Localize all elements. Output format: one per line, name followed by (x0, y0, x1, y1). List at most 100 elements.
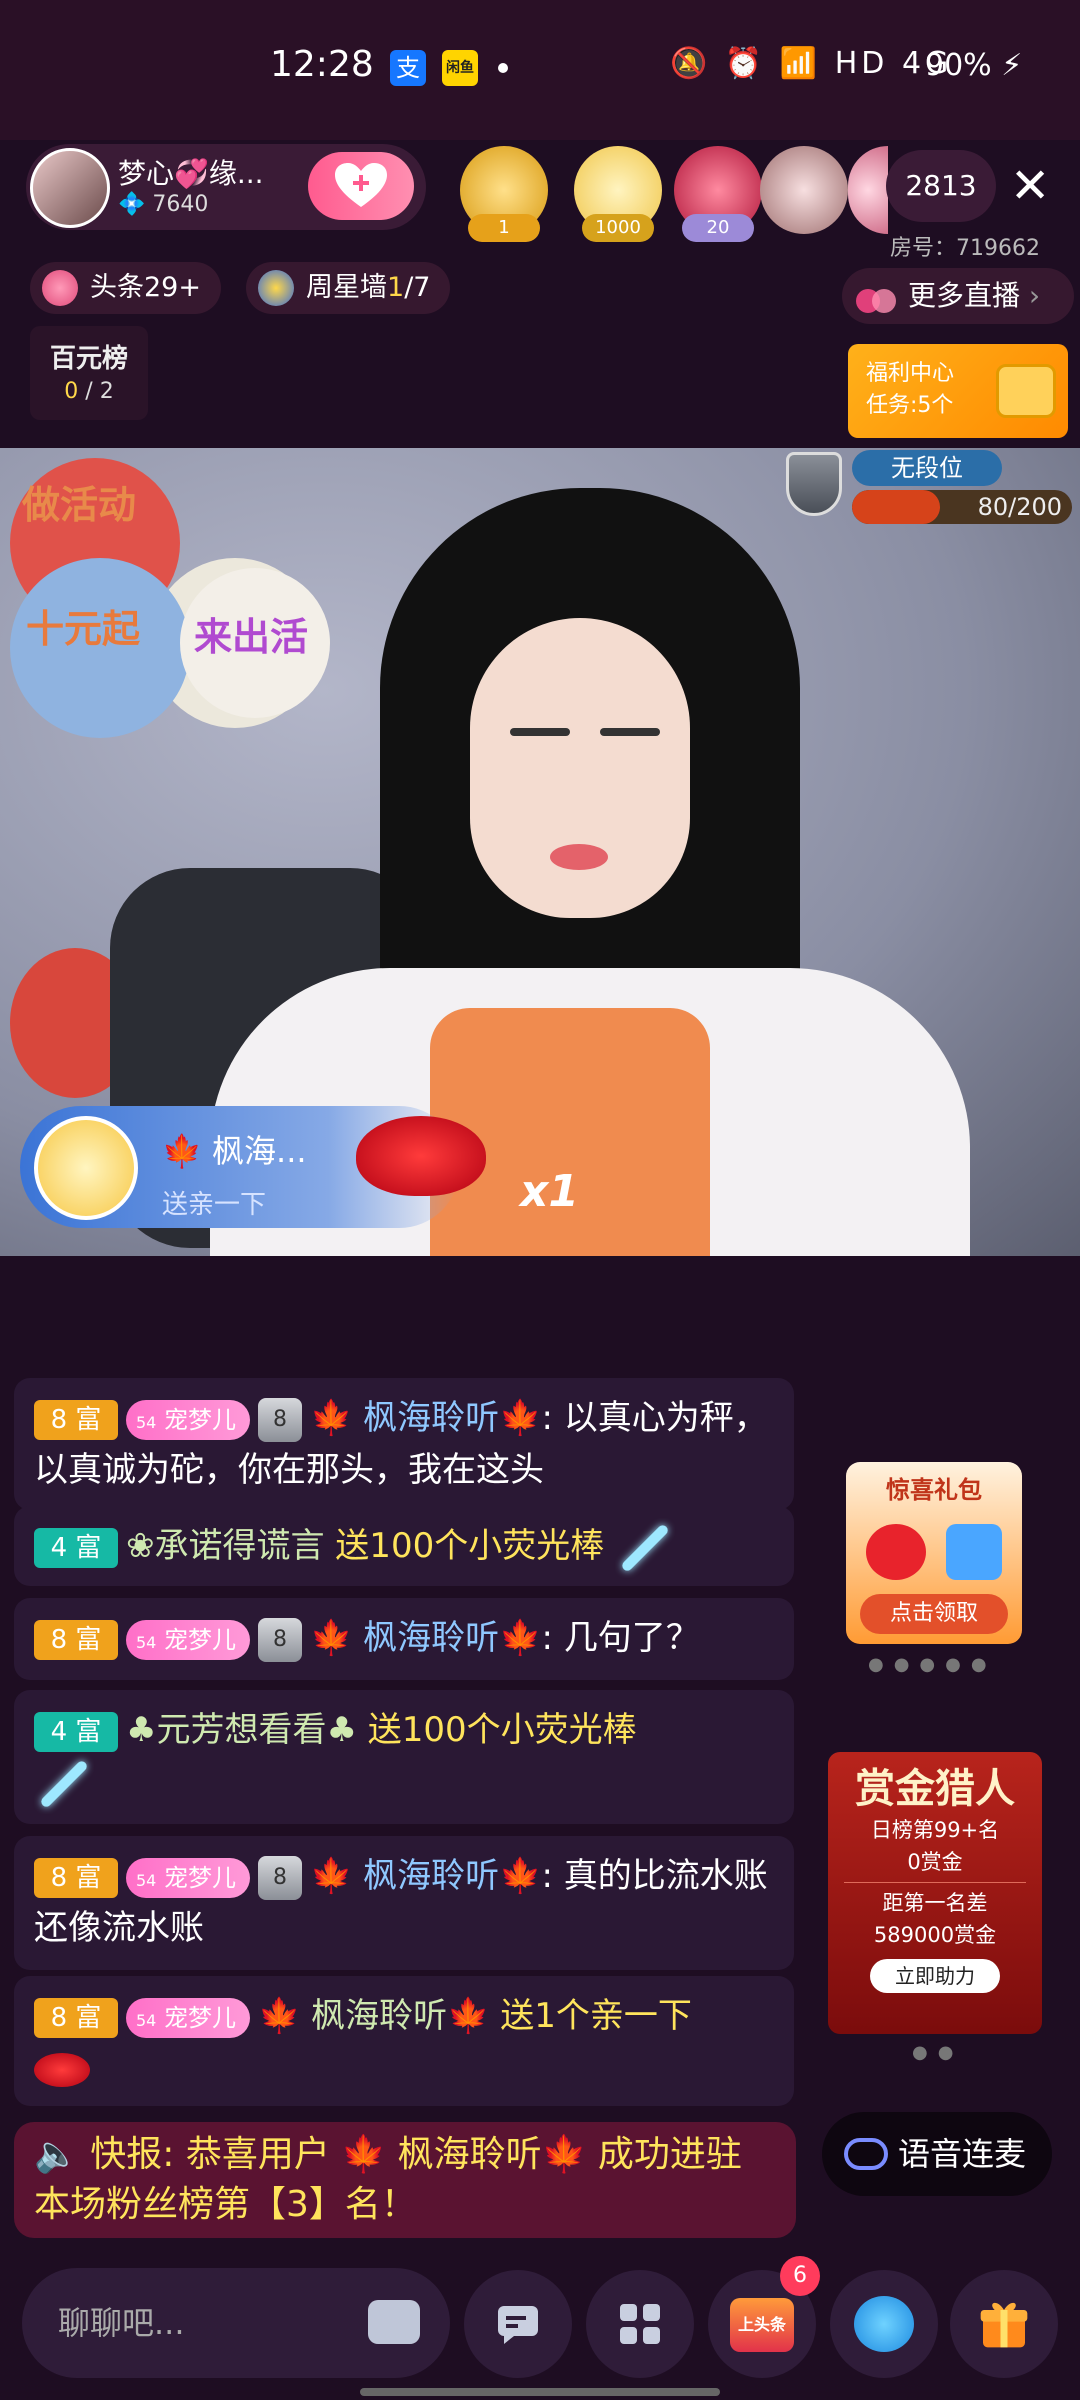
danmaku-button[interactable] (464, 2270, 572, 2378)
bounty-hunter-widget[interactable]: 赏金猎人 日榜第99+名 0赏金 距第一名差 589000赏金 立即助力 (828, 1752, 1042, 2034)
wealth-level-badge: 8 富 (34, 1857, 118, 1898)
weekly-star-chip[interactable]: 周星墙1/7 (246, 262, 451, 314)
tier-shield-icon[interactable] (786, 452, 842, 516)
balloon-text: 做活动 (22, 483, 137, 527)
chat-username: 🍁 枫海聆听🍁 (310, 1618, 542, 1658)
viewer-avatar-partial[interactable] (848, 146, 888, 234)
treasure-chest-icon (996, 364, 1056, 418)
star-icon (258, 270, 294, 306)
guard-badge-icon: 8 (258, 1617, 302, 1662)
hundred-board[interactable]: 百元榜 0 / 2 (30, 326, 148, 420)
system-icons: 🔕 ⏰ 📶 HD 4G (670, 46, 952, 81)
claim-button[interactable]: 点击领取 (860, 1594, 1008, 1634)
wealth-level-badge: 4 富 (34, 1527, 118, 1568)
home-indicator (360, 2388, 720, 2396)
headline-icon: 上头条 (730, 2298, 794, 2352)
charging-icon: ⚡ (1001, 48, 1023, 83)
wealth-level-badge: 8 富 (34, 1399, 118, 1440)
gift-text: 送100个小荧光棒 (356, 1710, 637, 1750)
chat-username: 🍁 枫海聆听🍁 (310, 1398, 542, 1438)
wealth-level-badge: 8 富 (34, 1997, 118, 2038)
notification-dot-icon (498, 63, 508, 73)
headline-chip[interactable]: 头条29+ (30, 262, 221, 314)
xianyu-icon: 闲鱼 (442, 50, 478, 86)
chat-message[interactable]: 8 富 54 宠梦儿 🍁 枫海聆听🍁 送1个亲一下 (14, 1976, 794, 2106)
surprise-gift-widget[interactable]: 惊喜礼包 点击领取 (846, 1462, 1022, 1644)
viewer-avatar[interactable] (760, 146, 848, 234)
sofa-icon (368, 2300, 420, 2344)
rank-badge-third[interactable]: 20 (674, 146, 762, 242)
kiss-lips-icon (356, 1116, 486, 1196)
rank-badge-second[interactable]: 1000 (574, 146, 662, 242)
chat-username: 🍁 枫海聆听🍁 (258, 1996, 490, 2036)
welfare-center-button[interactable]: 福利中心 任务:5个 (848, 344, 1068, 438)
glow-stick-icon (39, 1758, 89, 1809)
notification-badge: 6 (780, 2256, 820, 2296)
fan-badge: 54 宠梦儿 (126, 1399, 250, 1440)
gift-button[interactable] (950, 2270, 1058, 2378)
chevron-right-icon: › (1028, 279, 1041, 312)
glow-stick-icon (620, 1522, 670, 1573)
chat-message[interactable]: 4 富 ❀承诺得谎言 送100个小荧光棒 (14, 1506, 794, 1586)
speaker-icon: 🔈 (34, 2134, 79, 2175)
diamond-icon: 💠 (118, 192, 146, 217)
follow-button[interactable] (308, 152, 414, 220)
chat-bubble-icon (498, 2306, 538, 2344)
gift-sender-avatar[interactable] (34, 1116, 138, 1220)
host-score: 💠 7640 (118, 192, 209, 217)
chat-input[interactable]: 聊聊吧... (22, 2268, 450, 2378)
carousel-dots: ●●●●● (868, 1654, 997, 1675)
guard-badge-icon: 8 (258, 1397, 302, 1442)
rose-bouquet-icon (866, 1524, 926, 1580)
room-number: 房号：719662 (890, 236, 1040, 261)
more-features-button[interactable] (586, 2270, 694, 2378)
balloon-text: 十元起 (26, 607, 141, 651)
chat-username: ❀承诺得谎言 (126, 1526, 325, 1566)
more-live-icon (856, 280, 896, 313)
chat-message[interactable]: 4 富 ♣元芳想看看♣ 送100个小荧光棒 (14, 1690, 794, 1824)
chat-text: : 几句了？ (541, 1618, 700, 1658)
close-icon[interactable]: ✕ (1010, 156, 1050, 216)
broadcast-notice[interactable]: 🔈 快报: 恭喜用户 🍁 枫海聆听🍁 成功进驻本场粉丝榜第【3】名！ (14, 2122, 796, 2238)
chat-username: 🍁 枫海聆听🍁 (310, 1856, 542, 1896)
voice-link-button[interactable]: 语音连麦 (822, 2112, 1052, 2196)
rank-badge-first[interactable]: 1 (460, 146, 548, 242)
gift-action: 送亲一下 (162, 1190, 267, 1220)
grid-icon (620, 2304, 660, 2344)
wealth-level-badge: 4 富 (34, 1711, 118, 1752)
crystal-shoe-icon (946, 1524, 1002, 1580)
wifi-icon: 📶 (779, 46, 822, 81)
balloon-text: 来出活 (194, 615, 309, 659)
chat-message[interactable]: 8 富 54 宠梦儿 8 🍁 枫海聆听🍁: 以真心为秤，以真诚为砣，你在那头，我在这头 (14, 1378, 794, 1510)
gift-box-icon (980, 2302, 1028, 2348)
wealth-level-badge: 8 富 (34, 1619, 118, 1660)
gift-sender-name: 🍁 枫海... (162, 1132, 307, 1170)
chat-username: ♣元芳想看看♣ (126, 1710, 357, 1750)
battery-level: 90% ⚡ (925, 48, 1023, 83)
tier-label[interactable]: 无段位 (852, 450, 1002, 486)
gift-combo: x1 (520, 1166, 579, 1217)
more-live-button[interactable]: 更多直播 › (842, 268, 1074, 324)
chat-message[interactable]: 8 富 54 宠梦儿 8 🍁 枫海聆听🍁: 几句了？ (14, 1598, 794, 1680)
heart-plus-icon (335, 163, 387, 207)
chat-message[interactable]: 8 富 54 宠梦儿 8 🍁 枫海聆听🍁: 真的比流水账还像流水账 (14, 1836, 794, 1970)
fan-badge: 54 宠梦儿 (126, 1619, 250, 1660)
gift-text: 送100个小荧光棒 (324, 1526, 605, 1566)
alipay-icon: 支 (390, 50, 426, 86)
gift-text: 送1个亲一下 (489, 1996, 692, 2036)
status-time: 12:28 (270, 44, 374, 85)
flame-icon (42, 270, 78, 306)
tier-progress-bar: 80/200 (852, 490, 1072, 524)
viewer-count[interactable]: 2813 (886, 150, 996, 222)
headline-button[interactable]: 上头条 6 (708, 2256, 820, 2378)
carousel-dots: ●● (912, 2042, 964, 2063)
host-name: 梦心💞缘... (118, 157, 264, 190)
host-avatar[interactable] (30, 148, 110, 228)
hd-label: HD (834, 46, 889, 81)
link-icon (844, 2138, 888, 2170)
mute-icon: 🔕 (670, 46, 712, 81)
fan-badge: 54 宠梦儿 (126, 1857, 250, 1898)
game-button[interactable] (830, 2270, 938, 2378)
boost-button[interactable]: 立即助力 (870, 1959, 1000, 1993)
kiss-lips-icon (34, 2052, 90, 2087)
